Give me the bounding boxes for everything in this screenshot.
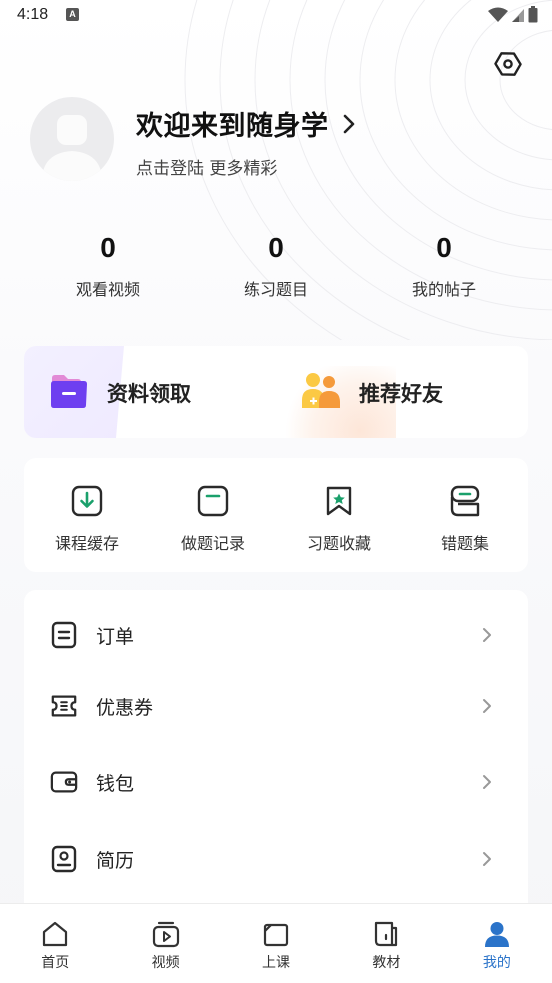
home-icon [40, 919, 70, 949]
materials-button[interactable]: 资料领取 [24, 346, 276, 438]
profile-icon [482, 919, 512, 949]
refer-friend-label: 推荐好友 [359, 382, 443, 406]
tool-wrong-questions[interactable]: 错题集 [402, 484, 528, 572]
class-icon [261, 919, 291, 949]
wifi-icon [488, 7, 508, 22]
tab-label: 教材 [372, 955, 401, 971]
tab-label: 视频 [151, 955, 180, 971]
order-icon [50, 621, 78, 649]
tab-label: 首页 [41, 955, 70, 971]
login-prompt[interactable]: 欢迎来到随身学 [136, 104, 355, 143]
stat-value: 0 [268, 232, 284, 263]
status-bar: 4:18 A [0, 0, 552, 32]
video-icon [151, 919, 181, 949]
stack-icon [448, 484, 482, 518]
settings-hexagon-icon [494, 52, 522, 76]
menu-label: 简历 [96, 849, 135, 872]
people-add-icon [302, 373, 340, 408]
tab-textbook[interactable]: 教材 [331, 904, 441, 983]
book-icon [371, 919, 401, 949]
profile-subtitle[interactable]: 点击登陆 更多精彩 [136, 154, 277, 179]
avatar[interactable] [30, 97, 114, 181]
chevron-right-icon [343, 114, 354, 133]
resume-icon [50, 845, 78, 873]
tool-label: 做题记录 [180, 534, 245, 553]
bookmark-star-icon [322, 484, 356, 518]
profile-title: 欢迎来到随身学 [136, 111, 329, 142]
stat-label: 练习题目 [243, 280, 308, 299]
status-time: 4:18 [17, 6, 49, 23]
tab-home[interactable]: 首页 [0, 904, 110, 983]
stat-exercises[interactable]: 0 练习题目 [192, 230, 360, 310]
coupon-icon [50, 692, 78, 720]
stats-row: 0 观看视频 0 练习题目 0 我的帖子 [24, 230, 528, 310]
chevron-right-icon [480, 699, 494, 713]
stat-posts[interactable]: 0 我的帖子 [360, 230, 528, 310]
refer-friend-button[interactable]: 推荐好友 [276, 346, 528, 438]
bottom-tab-bar: 首页 视频 上课 教材 我的 [0, 903, 552, 983]
tab-class[interactable]: 上课 [221, 904, 331, 983]
stat-value: 0 [100, 232, 116, 263]
battery-icon [528, 6, 538, 23]
materials-label: 资料领取 [107, 382, 191, 406]
stat-videos[interactable]: 0 观看视频 [24, 230, 192, 310]
folder-icon [51, 375, 87, 408]
menu-list: 订单 优惠券 钱包 简历 [24, 590, 528, 920]
quick-tools: 课程缓存 做题记录 习题收藏 错题集 [24, 458, 528, 572]
chevron-right-icon [480, 852, 494, 866]
default-avatar-icon [42, 115, 102, 181]
stat-label: 我的帖子 [411, 280, 476, 299]
stat-label: 观看视频 [75, 280, 140, 299]
tool-practice-record[interactable]: 做题记录 [150, 484, 276, 572]
settings-button[interactable] [492, 48, 524, 80]
menu-item-wallet[interactable]: 钱包 [24, 752, 528, 812]
tool-label: 习题收藏 [306, 534, 371, 553]
download-icon [70, 484, 104, 518]
tool-label: 课程缓存 [54, 534, 119, 553]
tool-course-cache[interactable]: 课程缓存 [24, 484, 150, 572]
tab-label: 我的 [482, 955, 511, 971]
tool-label: 错题集 [440, 534, 489, 553]
chevron-right-icon [480, 628, 494, 642]
chevron-right-icon [480, 775, 494, 789]
stat-value: 0 [436, 232, 452, 263]
tab-video[interactable]: 视频 [110, 904, 220, 983]
record-icon [196, 484, 230, 518]
status-icons [488, 6, 538, 23]
menu-item-resume[interactable]: 简历 [24, 829, 528, 889]
menu-label: 钱包 [96, 772, 135, 795]
menu-item-coupons[interactable]: 优惠券 [24, 676, 528, 736]
tool-favorites[interactable]: 习题收藏 [276, 484, 402, 572]
tab-profile[interactable]: 我的 [442, 904, 552, 983]
status-notification-badge: A [66, 8, 79, 21]
promo-card: 资料领取 推荐好友 [24, 346, 528, 438]
menu-label: 优惠券 [96, 696, 154, 719]
menu-label: 订单 [96, 625, 135, 648]
wallet-icon [50, 768, 78, 796]
menu-item-orders[interactable]: 订单 [24, 605, 528, 665]
tab-label: 上课 [262, 955, 291, 971]
signal-icon [512, 8, 524, 22]
